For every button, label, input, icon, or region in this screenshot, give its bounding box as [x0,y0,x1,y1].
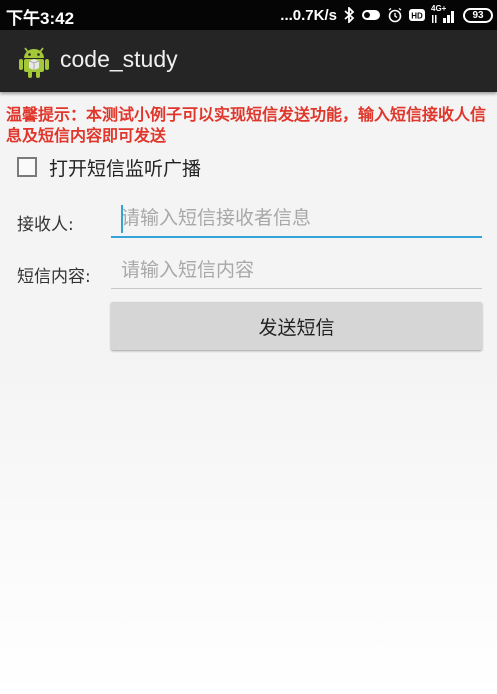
android-icon [18,43,50,79]
status-icons: ...0.7K/s HD 4G+ 93 [280,4,493,26]
content-label: 短信内容: [17,267,91,287]
signal-icon: 4G+ [431,4,457,24]
send-sms-button[interactable]: 发送短信 [111,302,482,350]
app-bar: code_study [0,30,497,92]
content-input[interactable] [111,251,482,289]
svg-text:HD: HD [411,12,423,21]
tip-text: 温馨提示：本测试小例子可以实现短信发送功能，输入短信接收人信息及短信内容即可发送 [6,105,487,145]
battery-icon: 93 [463,7,493,23]
status-bar: 下午3:42 ...0.7K/s HD 4G+ 93 [0,0,497,30]
recipient-input[interactable] [111,200,482,238]
alarm-icon [387,7,403,23]
network-speed: ...0.7K/s [280,6,337,24]
checkbox-label: 打开短信监听广播 [49,157,202,180]
status-time: 下午3:42 [6,9,75,28]
app-title: code_study [60,46,178,72]
bluetooth-icon [343,7,355,23]
broadcast-listener-checkbox[interactable] [17,157,37,177]
toggle-icon [361,8,381,22]
broadcast-listener-checkbox-row[interactable]: 打开短信监听广播 [17,155,202,180]
text-cursor [121,205,123,233]
recipient-label: 接收人: [17,215,74,235]
hd-icon: HD [409,8,425,22]
